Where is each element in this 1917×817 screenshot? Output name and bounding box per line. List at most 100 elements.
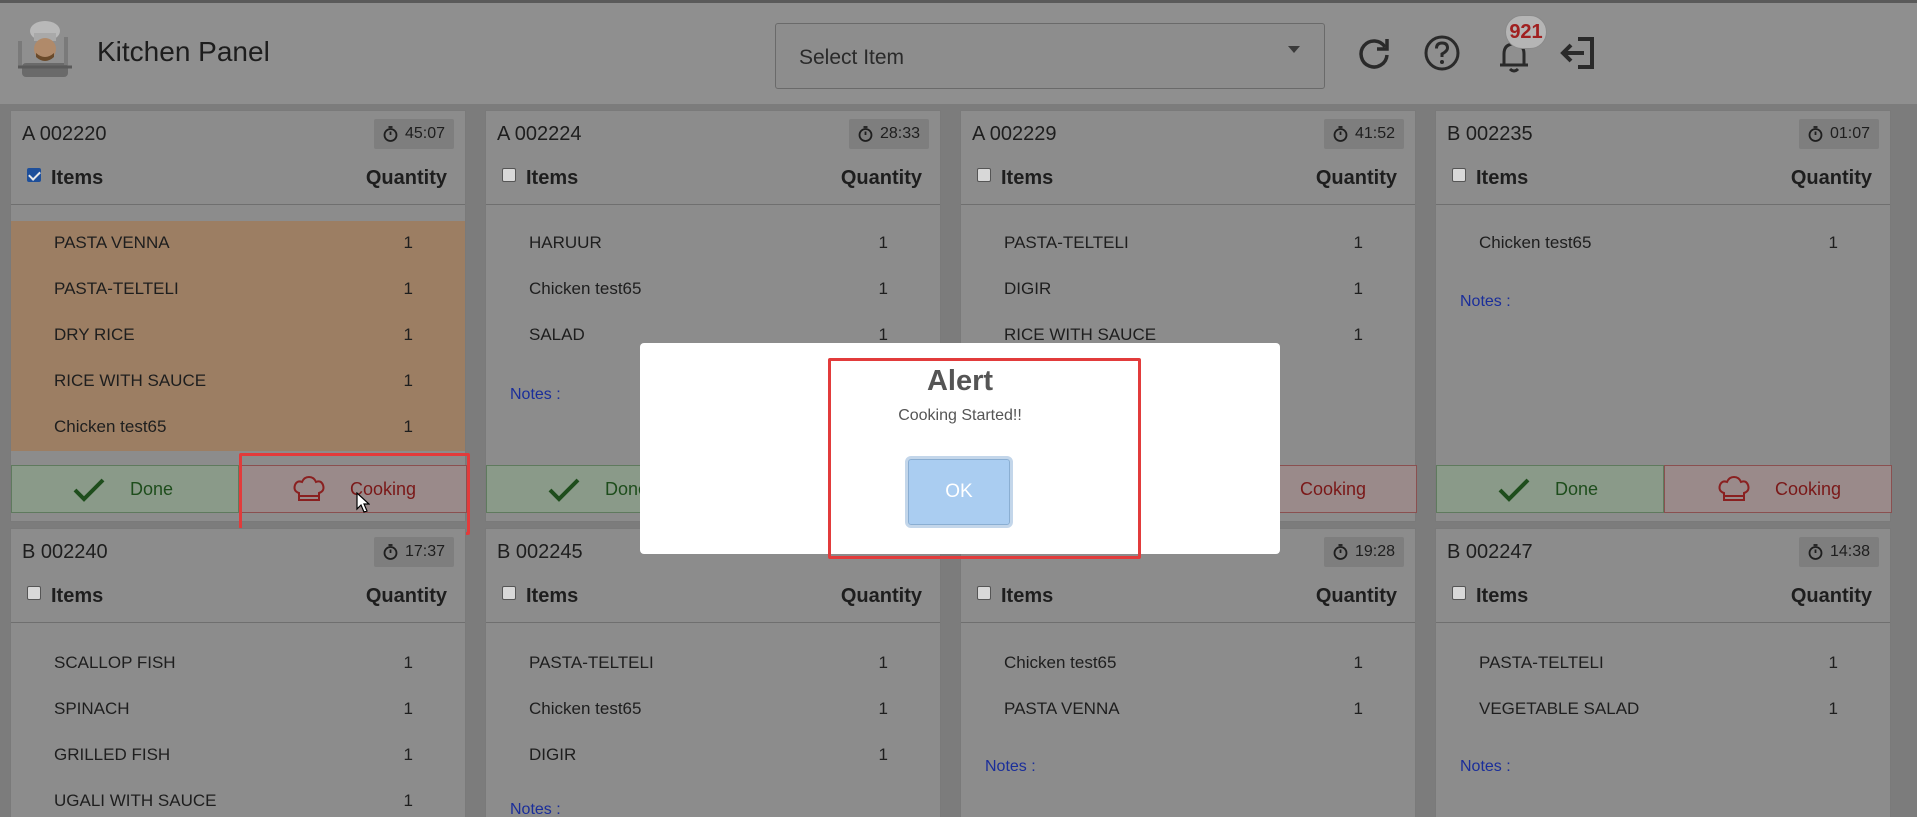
- list-item[interactable]: SCALLOP FISH 1: [11, 641, 465, 687]
- list-item[interactable]: UGALI WITH SAUCE 1: [11, 779, 465, 817]
- order-items-list: PASTA-TELTELI 1 DIGIR 1 RICE WITH SAUCE 1: [961, 221, 1415, 359]
- list-item[interactable]: PASTA VENNA 1: [961, 687, 1415, 733]
- done-button[interactable]: Done: [11, 465, 239, 513]
- list-item[interactable]: Chicken test65 1: [11, 405, 465, 451]
- list-item[interactable]: VEGETABLE SALAD 1: [1436, 687, 1890, 733]
- order-items-list: SCALLOP FISH 1 SPINACH 1 GRILLED FISH 1 UGA…: [11, 641, 465, 817]
- order-timer: 28:33: [848, 119, 929, 149]
- caret-down-icon: [1288, 46, 1300, 53]
- quantity-column-label: Quantity: [365, 167, 447, 189]
- list-item[interactable]: GRILLED FISH 1: [11, 733, 465, 779]
- stopwatch-icon: [1808, 544, 1823, 560]
- order-notes: Notes :: [1460, 293, 1511, 310]
- help-icon[interactable]: [1422, 33, 1462, 73]
- items-column-label: Items: [1001, 167, 1054, 189]
- items-header: Items Quantity: [11, 157, 465, 205]
- list-item[interactable]: Chicken test65 1: [486, 267, 940, 313]
- items-header: Items Quantity: [961, 575, 1415, 623]
- list-item[interactable]: HARUUR 1: [486, 221, 940, 267]
- order-notes: Notes :: [510, 801, 561, 817]
- stopwatch-icon: [1333, 126, 1348, 142]
- items-header: Items Quantity: [1436, 575, 1890, 623]
- order-id: A 002224: [497, 123, 582, 145]
- items-column-label: Items: [1001, 585, 1054, 607]
- timer-value: 14:38: [1829, 543, 1870, 560]
- checkmark-icon: [548, 478, 580, 502]
- list-item[interactable]: PASTA-TELTELI 1: [486, 641, 940, 687]
- select-all-checkbox[interactable]: [1452, 586, 1466, 600]
- list-item[interactable]: Chicken test65 1: [486, 687, 940, 733]
- checkmark-icon: [1498, 478, 1530, 502]
- select-all-checkbox[interactable]: [977, 586, 991, 600]
- quantity-column-label: Quantity: [365, 585, 447, 607]
- order-notes: Notes :: [1460, 758, 1511, 775]
- items-column-label: Items: [526, 167, 579, 189]
- logout-icon[interactable]: [1558, 33, 1598, 73]
- app-title: Kitchen Panel: [97, 36, 270, 67]
- quantity-column-label: Quantity: [1315, 167, 1397, 189]
- select-placeholder: Select Item: [799, 46, 905, 69]
- quantity-column-label: Quantity: [1790, 167, 1872, 189]
- order-notes: Notes :: [510, 386, 561, 403]
- mouse-cursor-icon: [356, 492, 370, 513]
- chef-logo-icon: [18, 21, 72, 77]
- app-header: Kitchen Panel Select Item 921: [0, 0, 1917, 104]
- list-item[interactable]: DRY RICE 1: [11, 313, 465, 359]
- order-items-list: PASTA-TELTELI 1 Chicken test65 1 DIGIR 1: [486, 641, 940, 779]
- stopwatch-icon: [383, 126, 398, 142]
- timer-value: 41:52: [1354, 125, 1395, 142]
- list-item[interactable]: RICE WITH SAUCE 1: [11, 359, 465, 405]
- checkmark-icon: [73, 478, 105, 502]
- order-id: B 002247: [1447, 541, 1533, 563]
- order-timer: 14:38: [1798, 537, 1879, 567]
- select-all-checkbox[interactable]: [27, 586, 41, 600]
- notification-count-badge: 921: [1505, 15, 1547, 49]
- list-item[interactable]: SPINACH 1: [11, 687, 465, 733]
- items-column-label: Items: [1476, 167, 1529, 189]
- order-card: B 002235 01:07 Items Quantity Chicken te…: [1435, 110, 1892, 522]
- order-items-list: PASTA VENNA 1 PASTA-TELTELI 1 DRY RICE 1 RI…: [11, 221, 465, 451]
- cooking-button[interactable]: Cooking: [1664, 465, 1892, 513]
- select-all-checkbox[interactable]: [1452, 168, 1466, 182]
- list-item[interactable]: PASTA-TELTELI 1: [11, 267, 465, 313]
- items-column-label: Items: [51, 167, 104, 189]
- order-id: A 002220: [22, 123, 107, 145]
- order-actions: Done Cooking: [1436, 465, 1892, 513]
- select-all-checkbox[interactable]: [502, 586, 516, 600]
- items-header: Items Quantity: [486, 575, 940, 623]
- order-items-list: PASTA-TELTELI 1 VEGETABLE SALAD 1: [1436, 641, 1890, 733]
- items-header: Items Quantity: [1436, 157, 1890, 205]
- select-all-checkbox[interactable]: [977, 168, 991, 182]
- quantity-column-label: Quantity: [840, 585, 922, 607]
- stopwatch-icon: [383, 544, 398, 560]
- order-card: B 002240 17:37 Items Quantity SCALLOP FI…: [10, 528, 466, 817]
- done-button[interactable]: Done: [1436, 465, 1664, 513]
- chef-hat-icon: [1718, 476, 1750, 501]
- list-item[interactable]: PASTA-TELTELI 1: [1436, 641, 1890, 687]
- select-all-checkbox[interactable]: [502, 168, 516, 182]
- order-timer: 17:37: [373, 537, 454, 567]
- order-card: B 002247 14:38 Items Quantity PASTA-TELT…: [1435, 528, 1891, 817]
- items-header: Items Quantity: [11, 575, 465, 623]
- cooking-button-highlight: [239, 453, 470, 535]
- timer-value: 17:37: [404, 543, 445, 560]
- refresh-icon[interactable]: [1354, 33, 1394, 73]
- order-items-list: Chicken test65 1 PASTA VENNA 1: [961, 641, 1415, 733]
- quantity-column-label: Quantity: [840, 167, 922, 189]
- stopwatch-icon: [858, 126, 873, 142]
- list-item[interactable]: PASTA-TELTELI 1: [961, 221, 1415, 267]
- list-item[interactable]: PASTA VENNA 1: [11, 221, 465, 267]
- order-card: 19:28 Items Quantity Chicken test65 1 PAS…: [960, 528, 1416, 817]
- select-all-checkbox[interactable]: [27, 168, 41, 182]
- order-timer: 41:52: [1323, 119, 1404, 149]
- items-header: Items Quantity: [486, 157, 940, 205]
- list-item[interactable]: Chicken test65 1: [1436, 221, 1890, 267]
- list-item[interactable]: Chicken test65 1: [961, 641, 1415, 687]
- order-items-list: Chicken test65 1: [1436, 221, 1890, 267]
- list-item[interactable]: DIGIR 1: [961, 267, 1415, 313]
- order-items-list: HARUUR 1 Chicken test65 1 SALAD 1: [486, 221, 940, 359]
- item-select-dropdown[interactable]: Select Item: [775, 23, 1325, 89]
- timer-value: 28:33: [879, 125, 920, 142]
- list-item[interactable]: DIGIR 1: [486, 733, 940, 779]
- order-timer: 45:07: [373, 119, 454, 149]
